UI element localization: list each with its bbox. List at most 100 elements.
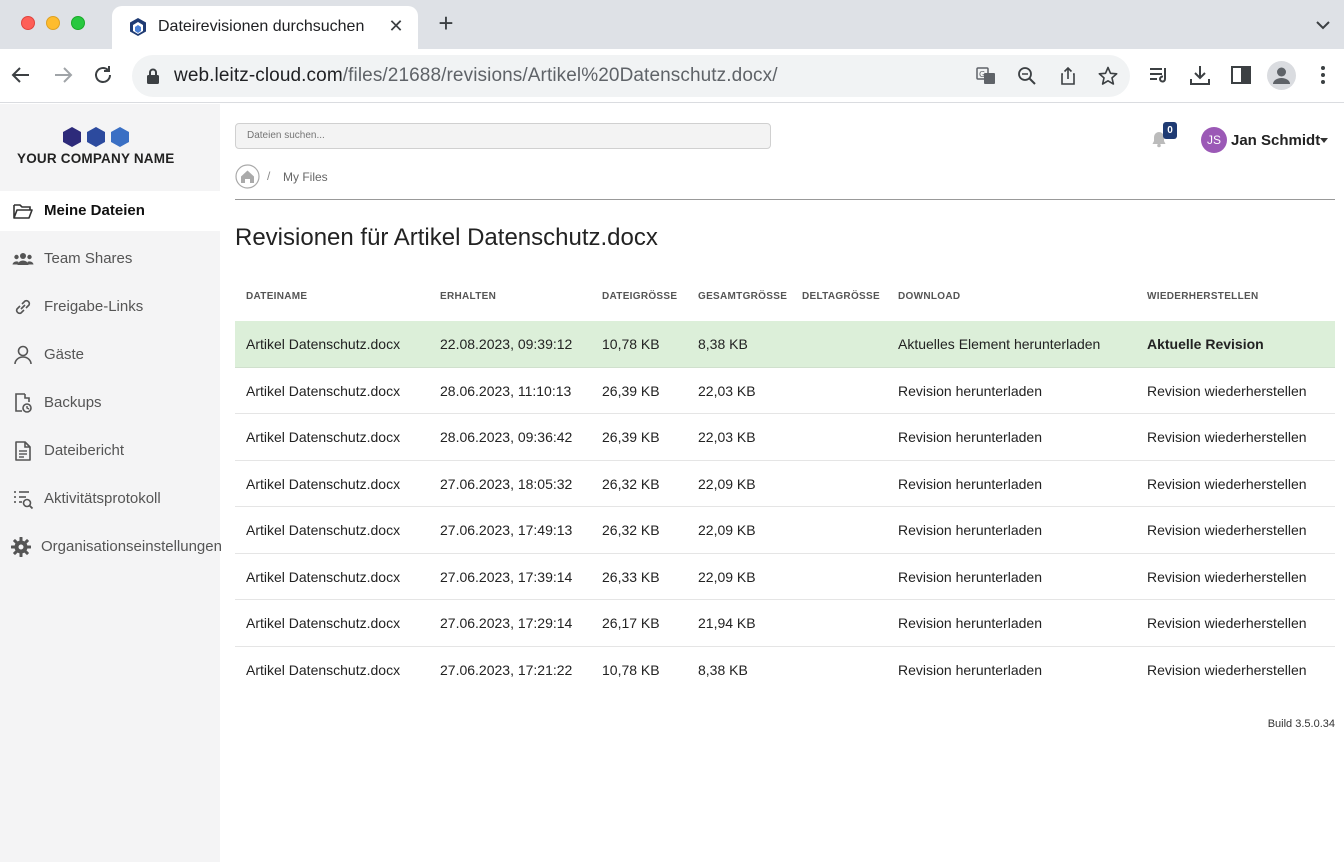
media-playlist-icon[interactable] bbox=[1148, 64, 1170, 86]
more-vertical-icon[interactable] bbox=[1312, 64, 1334, 86]
sidebar-item-dateibericht[interactable]: Dateibericht bbox=[0, 431, 220, 471]
bookmark-star-icon[interactable] bbox=[1098, 66, 1118, 86]
cell-size: 26,33 KB bbox=[602, 568, 660, 585]
table-row: Artikel Datenschutz.docx 28.06.2023, 11:… bbox=[235, 368, 1335, 414]
gear-icon bbox=[11, 537, 31, 557]
sidebar-item-meine-dateien[interactable]: Meine Dateien bbox=[0, 191, 220, 231]
cell-received: 28.06.2023, 11:10:13 bbox=[440, 382, 572, 399]
cell-received: 28.06.2023, 09:36:42 bbox=[440, 429, 573, 445]
cell-size: 10,78 KB bbox=[602, 336, 660, 352]
company-logo[interactable]: YOUR COMPANY NAME bbox=[0, 126, 220, 176]
tab-search-chevron-icon[interactable] bbox=[1314, 16, 1332, 34]
column-header-wiederherstellen: WIEDERHERSTELLEN bbox=[1147, 291, 1259, 302]
sidebar-item-label: Team Shares bbox=[44, 250, 133, 267]
table-row: Artikel Datenschutz.docx 27.06.2023, 18:… bbox=[235, 461, 1335, 507]
profile-avatar[interactable] bbox=[1267, 61, 1296, 90]
download-revision-link[interactable]: Revision herunterladen bbox=[898, 476, 1042, 492]
build-version: Build 3.5.0.34 bbox=[1267, 718, 1335, 730]
window-minimize-button[interactable] bbox=[46, 16, 60, 30]
cell-size: 10,78 KB bbox=[602, 661, 660, 678]
sidebar-item-gaeste[interactable]: Gäste bbox=[0, 335, 220, 375]
restore-revision-link[interactable]: Revision wiederherstellen bbox=[1147, 615, 1307, 631]
restore-revision-link[interactable]: Revision wiederherstellen bbox=[1147, 429, 1307, 445]
cell-received: 27.06.2023, 17:49:13 bbox=[440, 522, 573, 538]
user-icon bbox=[14, 345, 32, 365]
back-arrow-icon[interactable] bbox=[9, 63, 33, 87]
sidebar-item-label: Freigabe-Links bbox=[44, 298, 144, 315]
cell-size: 26,32 KB bbox=[602, 522, 660, 538]
cell-size: 26,39 KB bbox=[602, 382, 660, 399]
download-current-link[interactable]: Aktuelles Element herunterladen bbox=[898, 336, 1100, 352]
browser-tab[interactable]: Dateirevisionen durchsuchen ✕ bbox=[112, 6, 418, 49]
address-bar[interactable]: web.leitz-cloud.com/files/21688/revision… bbox=[132, 55, 1130, 97]
sidebar-item-label: Dateibericht bbox=[44, 442, 125, 459]
sidebar-item-freigabe-links[interactable]: Freigabe-Links bbox=[0, 287, 220, 327]
cell-total-size: 22,03 KB bbox=[698, 382, 756, 399]
new-tab-button[interactable]: + bbox=[434, 10, 458, 36]
zoom-icon[interactable] bbox=[1017, 66, 1037, 86]
current-revision-label: Aktuelle Revision bbox=[1147, 336, 1264, 352]
tab-title: Dateirevisionen durchsuchen bbox=[158, 18, 365, 35]
download-revision-link[interactable]: Revision herunterladen bbox=[898, 383, 1042, 399]
browser-tab-bar: Dateirevisionen durchsuchen ✕ + bbox=[0, 0, 1344, 49]
sidebar-item-team-shares[interactable]: Team Shares bbox=[0, 239, 220, 279]
download-revision-link[interactable]: Revision herunterladen bbox=[898, 429, 1042, 445]
restore-revision-link[interactable]: Revision wiederherstellen bbox=[1147, 383, 1307, 399]
cell-total-size: 22,03 KB bbox=[698, 429, 756, 445]
revisions-table: DATEINAME ERHALTEN DATEIGRÖSSE GESAMTGRÖ… bbox=[235, 282, 1335, 693]
tab-close-icon[interactable]: ✕ bbox=[386, 16, 406, 36]
svg-text:G: G bbox=[979, 70, 985, 79]
cell-size: 26,39 KB bbox=[602, 429, 660, 445]
search-input-wrapper[interactable] bbox=[235, 123, 771, 149]
users-icon bbox=[12, 253, 34, 265]
cell-filename: Artikel Datenschutz.docx bbox=[246, 475, 401, 492]
sidebar-item-label: Organisationseinstellungen bbox=[41, 538, 222, 555]
forward-arrow-icon[interactable] bbox=[51, 63, 75, 87]
restore-revision-link[interactable]: Revision wiederherstellen bbox=[1147, 476, 1307, 492]
download-revision-link[interactable]: Revision herunterladen bbox=[898, 569, 1042, 585]
table-row: Artikel Datenschutz.docx 28.06.2023, 09:… bbox=[235, 414, 1335, 461]
home-icon[interactable] bbox=[235, 164, 260, 189]
user-avatar[interactable]: JS bbox=[1201, 127, 1227, 153]
cell-filename: Artikel Datenschutz.docx bbox=[246, 382, 401, 399]
cell-total-size: 21,94 KB bbox=[698, 615, 756, 631]
breadcrumb-my-files[interactable]: My Files bbox=[283, 170, 328, 184]
search-input[interactable] bbox=[247, 130, 759, 141]
column-header-dateiname: DATEINAME bbox=[246, 291, 308, 302]
link-icon bbox=[15, 299, 31, 315]
cell-filename: Artikel Datenschutz.docx bbox=[246, 661, 401, 678]
download-revision-link[interactable]: Revision herunterladen bbox=[898, 522, 1042, 538]
side-panel-icon[interactable] bbox=[1230, 64, 1252, 86]
sidebar-item-label: Aktivitätsprotokoll bbox=[44, 490, 161, 507]
column-header-gesamtgroesse: GESAMTGRÖSSE bbox=[698, 291, 788, 302]
restore-revision-link[interactable]: Revision wiederherstellen bbox=[1147, 662, 1307, 678]
download-revision-link[interactable]: Revision herunterladen bbox=[898, 615, 1042, 631]
translate-icon[interactable]: G bbox=[976, 66, 996, 86]
window-zoom-button[interactable] bbox=[71, 16, 85, 30]
backup-icon bbox=[15, 393, 32, 413]
breadcrumb-separator: / bbox=[267, 169, 271, 183]
table-row: Artikel Datenschutz.docx 27.06.2023, 17:… bbox=[235, 554, 1335, 600]
sidebar-item-aktivitaetsprotokoll[interactable]: Aktivitätsprotokoll bbox=[0, 479, 220, 519]
sidebar-item-backups[interactable]: Backups bbox=[0, 383, 220, 423]
user-name[interactable]: Jan Schmidt bbox=[1231, 132, 1320, 149]
share-icon[interactable] bbox=[1058, 66, 1078, 86]
download-revision-link[interactable]: Revision herunterladen bbox=[898, 662, 1042, 678]
window-close-button[interactable] bbox=[21, 16, 35, 30]
restore-revision-link[interactable]: Revision wiederherstellen bbox=[1147, 522, 1307, 538]
page-title: Revisionen für Artikel Datenschutz.docx bbox=[235, 224, 658, 251]
restore-revision-link[interactable]: Revision wiederherstellen bbox=[1147, 569, 1307, 585]
table-header: DATEINAME ERHALTEN DATEIGRÖSSE GESAMTGRÖ… bbox=[235, 282, 1335, 321]
header-divider bbox=[235, 199, 1335, 200]
reload-icon[interactable] bbox=[91, 63, 115, 87]
column-header-deltagroesse: DELTAGRÖSSE bbox=[802, 291, 880, 302]
cell-received: 27.06.2023, 17:39:14 bbox=[440, 568, 573, 585]
url-text: web.leitz-cloud.com/files/21688/revision… bbox=[174, 65, 778, 86]
notification-badge: 0 bbox=[1163, 122, 1177, 139]
chevron-down-icon[interactable] bbox=[1320, 138, 1328, 143]
table-row: Artikel Datenschutz.docx 27.06.2023, 17:… bbox=[235, 600, 1335, 647]
cell-filename: Artikel Datenschutz.docx bbox=[246, 429, 401, 445]
download-icon[interactable] bbox=[1189, 64, 1211, 86]
sidebar-item-organisationseinstellungen[interactable]: Organisationseinstellungen bbox=[0, 527, 222, 567]
cell-size: 26,32 KB bbox=[602, 475, 660, 492]
